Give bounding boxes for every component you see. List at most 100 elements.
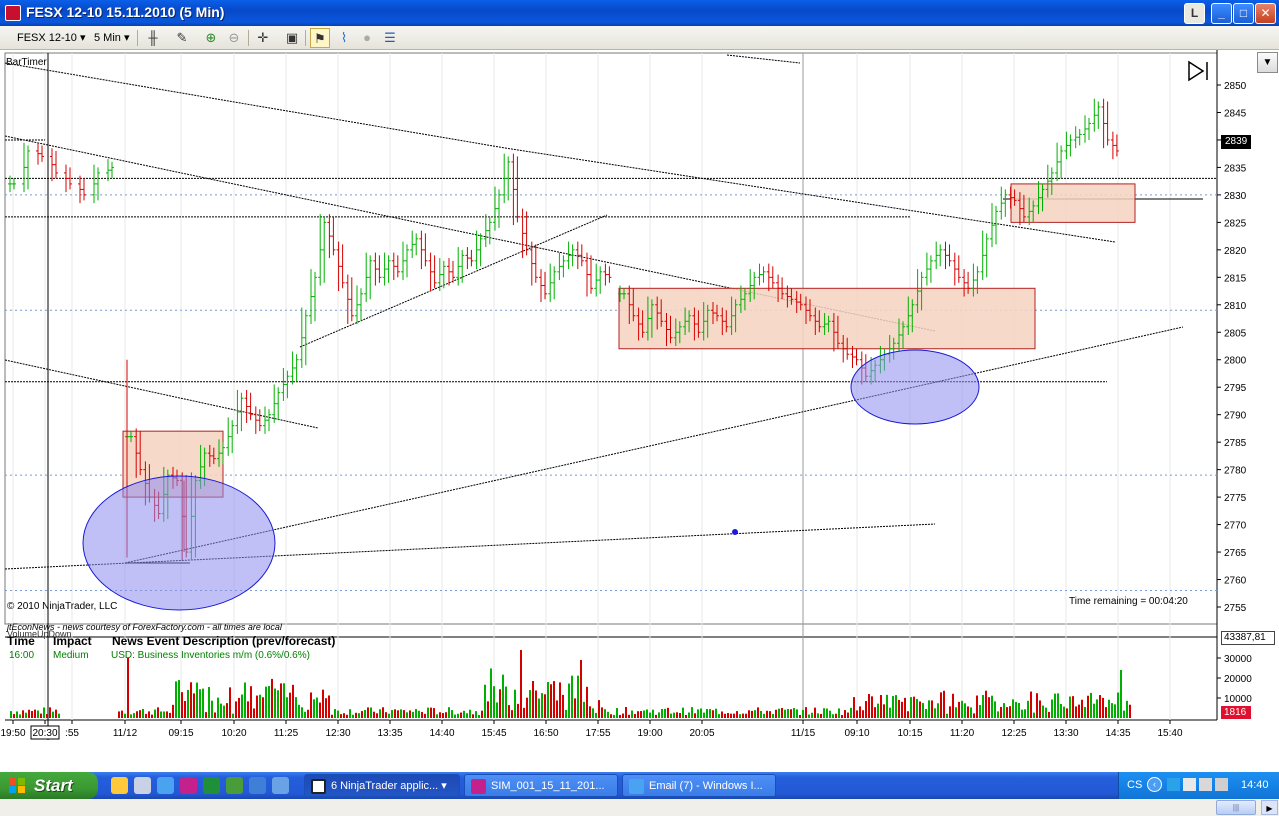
volume-bar	[457, 713, 459, 718]
scrollbar-thumb[interactable]: |||	[1216, 800, 1256, 815]
strategies-icon[interactable]: ⌇	[334, 28, 354, 48]
volume-bar	[664, 708, 666, 718]
crosshair-icon[interactable]: ✛	[253, 28, 273, 48]
volume-bar	[1054, 693, 1056, 718]
volume-bar	[808, 714, 810, 718]
volume-bar	[55, 709, 57, 718]
volume-bar	[847, 712, 849, 718]
tray-usb-icon[interactable]	[1199, 778, 1212, 791]
marker-dot[interactable]	[732, 529, 738, 535]
volume-bar	[427, 707, 429, 718]
quicklaunch-messenger-icon[interactable]	[111, 777, 128, 794]
volume-bar	[868, 694, 870, 718]
minimize-button[interactable]: _	[1211, 3, 1232, 24]
volume-bar	[622, 713, 624, 718]
ninjatrader-app-icon	[5, 5, 21, 21]
volume-bar	[10, 711, 12, 718]
volume-bar	[475, 711, 477, 718]
task-sim-file[interactable]: SIM_001_15_11_201...	[464, 774, 618, 797]
quicklaunch-ie-icon[interactable]	[157, 777, 174, 794]
quicklaunch-excel2-icon[interactable]	[226, 777, 243, 794]
volume-bar	[223, 705, 225, 718]
volume-bar	[538, 698, 540, 718]
price-tick-label: 2810	[1224, 301, 1247, 312]
trend-line[interactable]	[124, 326, 1184, 564]
volume-bar	[496, 702, 498, 718]
email-task-icon	[629, 779, 644, 794]
volume-bar	[898, 699, 900, 718]
tray-monitor-icon[interactable]	[1183, 778, 1196, 791]
quicklaunch-app-icon[interactable]	[249, 777, 266, 794]
disabled-circle-icon[interactable]: ●	[357, 28, 377, 48]
volume-bar	[445, 712, 447, 718]
chart-dropdown-button[interactable]: ▼	[1257, 52, 1278, 73]
volume-bar	[1105, 707, 1107, 718]
chart-properties-icon[interactable]: ▣	[282, 28, 302, 48]
horizontal-scrollbar[interactable]: ||| ▶	[0, 799, 1279, 816]
clock[interactable]: 14:40	[1241, 779, 1269, 791]
volume-bar	[559, 682, 561, 718]
trend-line[interactable]	[4, 359, 319, 429]
instrument-selector[interactable]: FESX 12-10 ▾	[17, 29, 86, 47]
volume-bar	[1033, 712, 1035, 718]
quicklaunch-app2-icon[interactable]	[272, 777, 289, 794]
tray-expand-icon[interactable]: ‹	[1147, 777, 1162, 792]
volume-bar	[736, 711, 738, 718]
zoom-in-icon[interactable]: ⊕	[201, 28, 221, 48]
volume-bar	[649, 712, 651, 718]
tray-bluetooth-icon[interactable]	[1167, 778, 1180, 791]
volume-bar	[499, 689, 501, 718]
volume-bar	[502, 674, 504, 718]
price-tick-label: 2805	[1224, 328, 1247, 339]
close-button[interactable]: ✕	[1255, 3, 1276, 24]
chart-panel[interactable]: 2850284528402835283028252820281528102805…	[0, 50, 1279, 816]
volume-bar	[142, 708, 144, 718]
zoom-out-icon[interactable]: ⊖	[224, 28, 244, 48]
task-ninjatrader[interactable]: 6 NinjaTrader applic... ▾	[304, 774, 460, 797]
volume-bar	[265, 686, 267, 718]
language-indicator[interactable]: CS	[1127, 779, 1142, 791]
price-tick-label: 2770	[1224, 521, 1247, 532]
volume-bar	[643, 710, 645, 718]
volume-bar	[694, 713, 696, 718]
drawing-tool-pencil-icon[interactable]: ✎	[172, 28, 192, 48]
interval-selector[interactable]: 5 Min ▾	[94, 29, 129, 47]
volume-bar	[244, 682, 246, 718]
volume-bar	[130, 714, 132, 718]
volume-bar	[787, 708, 789, 718]
tray-wifi-icon[interactable]	[1215, 778, 1228, 791]
price-tick-label: 2815	[1224, 273, 1247, 284]
quicklaunch-excel-icon[interactable]	[203, 777, 220, 794]
volume-bar	[1075, 706, 1077, 718]
start-button[interactable]: Start	[0, 772, 98, 799]
news-header-description: News Event Description (prev/forecast)	[112, 634, 336, 648]
volume-bar	[910, 697, 912, 718]
quicklaunch-notepad-icon[interactable]	[134, 777, 151, 794]
volume-bar	[712, 710, 714, 718]
volume-bar	[580, 660, 582, 718]
volume-bar	[241, 694, 243, 718]
quicklaunch-onenote-icon[interactable]	[180, 777, 197, 794]
volume-bar	[628, 714, 630, 718]
volume-bar	[226, 703, 228, 718]
trend-line[interactable]	[726, 54, 801, 64]
volume-bar	[670, 713, 672, 718]
volume-bar	[526, 697, 528, 718]
volume-bar	[925, 708, 927, 718]
volume-bar	[700, 708, 702, 718]
maximize-button[interactable]: □	[1233, 3, 1254, 24]
volume-bar	[250, 686, 252, 718]
low-area-late[interactable]	[850, 349, 980, 425]
link-button[interactable]: L	[1184, 3, 1205, 24]
trend-line[interactable]	[4, 62, 506, 149]
volume-bar	[415, 709, 417, 718]
title-bar[interactable]: FESX 12-10 15.11.2010 (5 Min) L _ □ ✕	[0, 0, 1279, 26]
indicators-icon[interactable]: ⚑	[310, 28, 330, 48]
data-box-icon[interactable]: ☰	[380, 28, 400, 48]
bar-style-icon[interactable]: ╫	[143, 28, 163, 48]
scroll-right-arrow-icon[interactable]: ▶	[1261, 800, 1278, 815]
task-email[interactable]: Email (7) - Windows I...	[622, 774, 776, 797]
low-area-early[interactable]	[82, 475, 276, 611]
bar-timer-icon[interactable]	[1188, 60, 1208, 82]
volume-bar	[463, 710, 465, 718]
